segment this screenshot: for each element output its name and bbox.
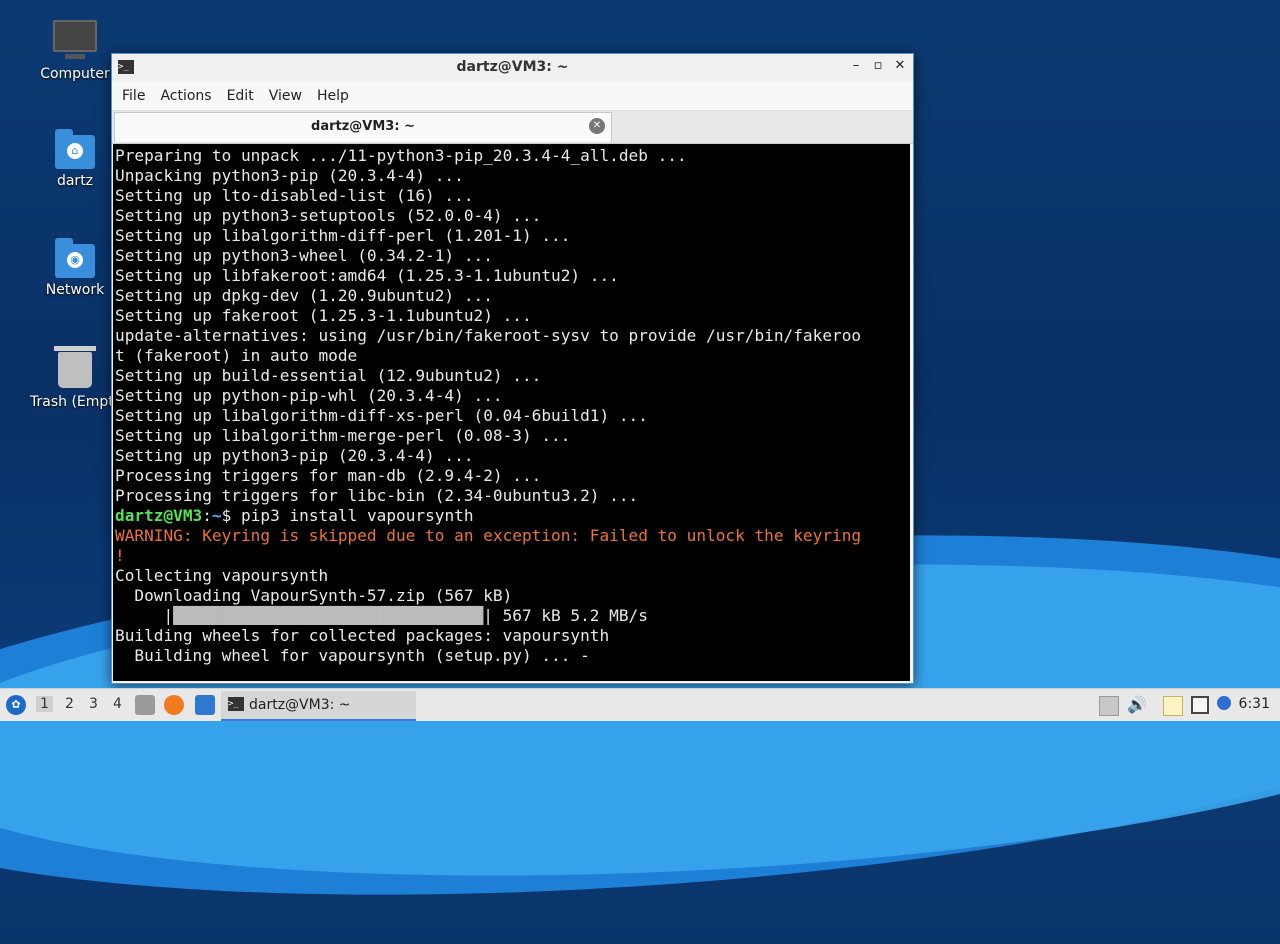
menubar: File Actions Edit View Help (112, 82, 913, 111)
desktop-icon-label: dartz (56, 173, 94, 189)
output-line: Setting up build-essential (12.9ubuntu2)… (115, 366, 542, 385)
minimize-button[interactable]: – (849, 58, 863, 73)
terminal-window: >_ dartz@VM3: ~ – ▫ ✕ File Actions Edit … (111, 53, 914, 684)
desktop-icon-computer[interactable]: Computer (30, 20, 120, 82)
volume-icon[interactable]: 🔊 (1127, 696, 1147, 714)
output-line: Setting up libalgorithm-merge-perl (0.08… (115, 426, 571, 445)
warning-line: ! (115, 546, 125, 565)
progress-prefix: | (115, 606, 174, 625)
prompt-line: dartz@VM3:~$ pip3 install vapoursynth (115, 506, 910, 526)
show-desktop-icon[interactable] (195, 695, 215, 715)
output-line: Setting up python3-setuptools (52.0.0-4)… (115, 206, 542, 225)
menu-view[interactable]: View (265, 88, 313, 104)
tab-terminal[interactable]: dartz@VM3: ~ ✕ (114, 112, 612, 142)
terminal-task-icon: >_ (228, 697, 244, 711)
tab-close-icon[interactable]: ✕ (589, 118, 605, 134)
menu-actions[interactable]: Actions (156, 88, 222, 104)
window-title: dartz@VM3: ~ (456, 59, 569, 75)
desktop-icon-label: Trash (Empty) (30, 394, 128, 410)
output-line: Setting up libalgorithm-diff-xs-perl (0.… (115, 406, 648, 425)
progress-bar: ████████████████████████████████ (173, 606, 484, 625)
prompt-sep: : (202, 506, 212, 525)
firefox-icon[interactable] (164, 695, 184, 715)
output-line: Unpacking python3-pip (20.3.4-4) ... (115, 166, 464, 185)
home-folder-icon: ⌂ (55, 129, 95, 169)
prompt-symbol: $ (221, 506, 232, 525)
tab-label: dartz@VM3: ~ (311, 119, 415, 134)
desktop-icon-network[interactable]: ◉ Network (30, 238, 120, 298)
workspace-2[interactable]: 2 (65, 696, 74, 712)
output-line: Setting up libalgorithm-diff-perl (1.201… (115, 226, 571, 245)
clock[interactable]: 6:31 (1239, 696, 1270, 712)
desktop-icon-label: Network (45, 282, 105, 298)
progress-suffix: | 567 kB 5.2 MB/s (483, 606, 648, 625)
output-line: Building wheel for vapoursynth (setup.py… (115, 646, 590, 665)
workspace-3[interactable]: 3 (89, 696, 98, 712)
workspace-4[interactable]: 4 (113, 696, 122, 712)
output-line: Building wheels for collected packages: … (115, 626, 610, 645)
file-manager-icon[interactable] (135, 695, 155, 715)
clipboard-icon[interactable] (1163, 696, 1183, 716)
taskbar-task-terminal[interactable]: >_ dartz@VM3: ~ (221, 691, 416, 721)
terminal-output[interactable]: Preparing to unpack .../11-python3-pip_2… (113, 144, 910, 681)
output-line: Processing triggers for libc-bin (2.34-0… (115, 486, 639, 505)
notification-icon[interactable] (1217, 696, 1231, 710)
prompt-user: dartz@VM3 (115, 506, 203, 525)
network-tray-icon[interactable] (1191, 696, 1209, 714)
warning-line: WARNING: Keyring is skipped due to an ex… (115, 526, 862, 545)
output-line: Collecting vapoursynth (115, 566, 329, 585)
desktop-icon-trash[interactable]: Trash (Empty) (30, 346, 128, 410)
output-line: Setting up dpkg-dev (1.20.9ubuntu2) ... (115, 286, 493, 305)
computer-icon (53, 20, 97, 59)
start-menu-icon[interactable]: ✿ (6, 695, 26, 715)
desktop-icon-home[interactable]: ⌂ dartz (30, 129, 120, 189)
taskbar: ✿ 1 2 3 4 >_ dartz@VM3: ~ 🔊 6:31 (0, 688, 1280, 721)
menu-file[interactable]: File (118, 88, 156, 104)
output-line: Setting up python-pip-whl (20.3.4-4) ... (115, 386, 503, 405)
workspace-1[interactable]: 1 (36, 696, 53, 712)
output-line: update-alternatives: using /usr/bin/fake… (115, 326, 862, 345)
menu-help[interactable]: Help (313, 88, 360, 104)
output-line: Setting up libfakeroot:amd64 (1.25.3-1.1… (115, 266, 619, 285)
prompt-path: ~ (211, 506, 222, 525)
tab-bar: dartz@VM3: ~ ✕ (112, 111, 913, 144)
output-line: Setting up python3-wheel (0.34.2-1) ... (115, 246, 493, 265)
progress-line: |████████████████████████████████| 567 k… (115, 606, 910, 626)
output-line: Setting up python3-pip (20.3.4-4) ... (115, 446, 474, 465)
prompt-command: pip3 install vapoursynth (231, 506, 474, 525)
window-titlebar[interactable]: >_ dartz@VM3: ~ – ▫ ✕ (112, 54, 913, 82)
close-button[interactable]: ✕ (893, 58, 907, 73)
menu-edit[interactable]: Edit (223, 88, 265, 104)
eject-icon[interactable] (1099, 696, 1119, 716)
desktop-icon-label: Computer (40, 66, 110, 82)
output-line: Setting up lto-disabled-list (16) ... (115, 186, 474, 205)
output-line: Processing triggers for man-db (2.9.4-2)… (115, 466, 542, 485)
task-label: dartz@VM3: ~ (249, 697, 351, 713)
trash-icon (54, 346, 96, 388)
output-line: Preparing to unpack .../11-python3-pip_2… (115, 146, 687, 165)
output-line: Downloading VapourSynth-57.zip (567 kB) (115, 586, 513, 605)
output-line: t (fakeroot) in auto mode (115, 346, 358, 365)
network-folder-icon: ◉ (55, 238, 95, 278)
maximize-button[interactable]: ▫ (871, 58, 885, 73)
output-line: Setting up fakeroot (1.25.3-1.1ubuntu2) … (115, 306, 532, 325)
